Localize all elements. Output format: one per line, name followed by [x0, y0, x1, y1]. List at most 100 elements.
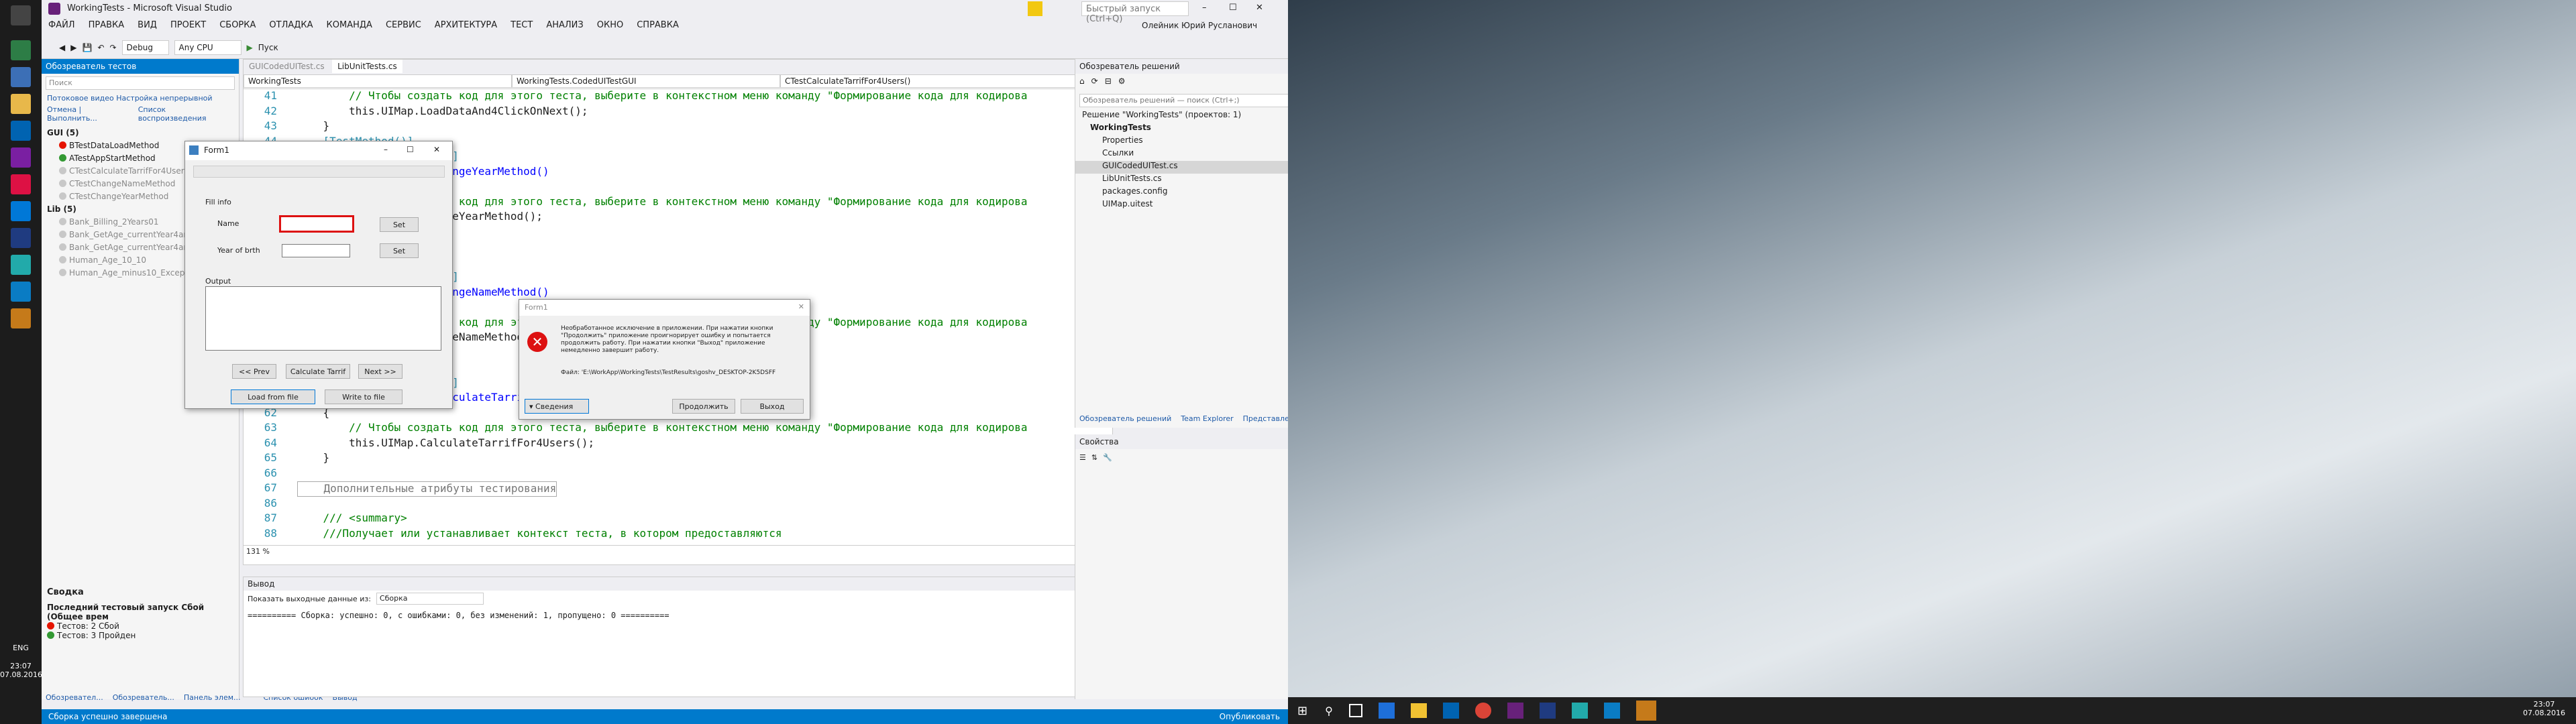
menu-test[interactable]: ТЕСТ: [511, 20, 533, 36]
solution-item[interactable]: LibUnitTests.cs: [1075, 174, 1288, 186]
menu-file[interactable]: ФАЙЛ: [48, 20, 75, 36]
zoom-level[interactable]: 131 %: [244, 545, 1112, 557]
code-line[interactable]: 66: [244, 467, 1112, 482]
maximize-icon[interactable]: ☐: [407, 145, 414, 154]
publish-button[interactable]: Опубликовать: [1220, 712, 1280, 721]
alphabetical-icon[interactable]: ⇅: [1091, 453, 1097, 462]
visual-studio-icon[interactable]: [1507, 703, 1523, 719]
clock-time[interactable]: 23:07: [0, 662, 42, 670]
app-icon[interactable]: [11, 40, 31, 60]
photoshop-icon[interactable]: [11, 228, 31, 248]
code-line[interactable]: 86: [244, 497, 1112, 512]
code-line[interactable]: 42 this.UIMap.LoadDataAnd4ClickOnNext();: [244, 105, 1112, 120]
minimize-icon[interactable]: –: [1202, 3, 1207, 13]
code-line[interactable]: 67 Дополнительные атрибуты тестирования: [244, 481, 1112, 497]
summary-last-run[interactable]: Последний тестовый запуск Сбой (Общее вр…: [47, 603, 234, 621]
test-group[interactable]: GUI (5): [42, 128, 239, 141]
windows-start-icon[interactable]: ⊞: [1297, 704, 1307, 718]
solution-item[interactable]: Решение "WorkingTests" (проектов: 1): [1075, 110, 1288, 123]
notification-flag-icon[interactable]: [1028, 1, 1042, 16]
folder-icon[interactable]: [1410, 703, 1427, 718]
clock-time[interactable]: 23:07: [2523, 700, 2565, 709]
home-icon[interactable]: ⌂: [1079, 76, 1085, 91]
output-text[interactable]: ========== Сборка: успешно: 0, с ошибкам…: [244, 607, 1112, 624]
summary-fail[interactable]: Тестов: 2 Сбой: [57, 621, 119, 631]
code-line[interactable]: 65 }: [244, 451, 1112, 467]
tab-test-explorer[interactable]: Обозревател...: [46, 693, 103, 704]
set-year-button[interactable]: Set: [380, 243, 419, 258]
menu-team[interactable]: КОМАНДА: [327, 20, 372, 36]
stream-link[interactable]: Потоковое видео Настройка непрерывной: [42, 93, 239, 104]
run-link[interactable]: Отмена | Выполнить...: [47, 105, 131, 123]
exit-button[interactable]: Выход: [741, 399, 804, 414]
close-icon[interactable]: ✕: [1256, 3, 1263, 13]
details-button[interactable]: ▾ Сведения: [525, 399, 589, 414]
tab-team-explorer-right[interactable]: Team Explorer: [1181, 414, 1233, 423]
close-icon[interactable]: ✕: [433, 145, 440, 154]
code-line[interactable]: 87 /// <summary>: [244, 511, 1112, 527]
code-line[interactable]: 41 // Чтобы создать код для этого теста,…: [244, 89, 1112, 105]
solution-item[interactable]: Ссылки: [1075, 148, 1288, 161]
photoshop-icon[interactable]: [1539, 703, 1556, 719]
close-icon[interactable]: ✕: [798, 302, 804, 311]
tab-toolbox[interactable]: Панель элем...: [184, 693, 241, 704]
properties-icon[interactable]: ⚙: [1118, 76, 1126, 91]
app-icon[interactable]: [1571, 703, 1588, 719]
wrench-icon[interactable]: 🔧: [1103, 453, 1112, 462]
user-name[interactable]: Олейник Юрий Русланович: [1142, 21, 1257, 30]
folder-icon[interactable]: [11, 94, 31, 114]
chrome-icon[interactable]: [11, 174, 31, 194]
code-line[interactable]: 43 }: [244, 119, 1112, 135]
code-line[interactable]: 88 ///Получает или устанавливает контекс…: [244, 527, 1112, 542]
categorized-icon[interactable]: ☰: [1079, 453, 1086, 462]
load-from-file-button[interactable]: Load from file: [231, 389, 315, 404]
start-button[interactable]: Пуск: [258, 43, 278, 52]
app-icon[interactable]: [11, 308, 31, 328]
menu-tools[interactable]: СЕРВИС: [386, 20, 421, 36]
search-input[interactable]: Поиск: [46, 76, 235, 90]
menu-edit[interactable]: ПРАВКА: [89, 20, 125, 36]
menu-build[interactable]: СБОРКА: [219, 20, 256, 36]
app-icon[interactable]: [11, 282, 31, 302]
summary-pass[interactable]: Тестов: 3 Пройден: [57, 631, 136, 640]
visual-studio-icon[interactable]: [11, 147, 31, 168]
tab-guicodeduitest[interactable]: GUICodedUITest.cs: [244, 60, 330, 73]
solution-item[interactable]: UIMap.uitest: [1075, 199, 1288, 212]
app-icon[interactable]: [1635, 701, 1656, 721]
year-input[interactable]: [282, 244, 350, 257]
solution-item[interactable]: GUICodedUITest.cs: [1075, 161, 1288, 174]
name-input[interactable]: [279, 215, 354, 233]
tab-team-explorer[interactable]: Обозреватель...: [113, 693, 174, 704]
maximize-icon[interactable]: ☐: [1229, 3, 1237, 13]
code-line[interactable]: 64 this.UIMap.CalculateTarrifFor4Users()…: [244, 436, 1112, 452]
store-icon[interactable]: [1442, 703, 1459, 719]
menu-debug[interactable]: ОТЛАДКА: [269, 20, 313, 36]
menu-view[interactable]: ВИД: [138, 20, 157, 36]
class-nav-select[interactable]: WorkingTests.CodedUITestGUI: [512, 74, 780, 88]
undo-icon[interactable]: ↶: [97, 43, 104, 52]
app-icon[interactable]: [11, 255, 31, 275]
calculate-tarrif-button[interactable]: Calculate Tarrif: [286, 364, 350, 379]
minimize-icon[interactable]: –: [384, 145, 388, 154]
quick-launch-input[interactable]: Быстрый запуск (Ctrl+Q): [1081, 1, 1189, 24]
menu-help[interactable]: СПРАВКА: [637, 20, 679, 36]
start-icon[interactable]: [11, 5, 31, 25]
output-textbox[interactable]: [205, 286, 441, 351]
set-name-button[interactable]: Set: [380, 217, 419, 232]
platform-select[interactable]: Any CPU: [174, 40, 241, 55]
tab-libunittests[interactable]: LibUnitTests.cs: [332, 60, 402, 73]
tab-solution-explorer[interactable]: Обозреватель решений: [1079, 414, 1171, 423]
write-to-file-button[interactable]: Write to file: [325, 389, 402, 404]
solution-item[interactable]: Properties: [1075, 135, 1288, 148]
project-nav-select[interactable]: WorkingTests: [244, 74, 512, 88]
output-source-select[interactable]: Сборка: [376, 593, 484, 605]
search-icon[interactable]: ⚲: [1325, 705, 1333, 717]
solution-item[interactable]: packages.config: [1075, 186, 1288, 199]
solution-search-input[interactable]: Обозреватель решений — поиск (Ctrl+;): [1079, 94, 1288, 107]
start-debug-icon[interactable]: ▶: [247, 43, 253, 52]
back-icon[interactable]: ◀: [59, 43, 65, 52]
playlist-link[interactable]: Список воспроизведения: [138, 105, 233, 123]
collapse-icon[interactable]: ⊟: [1105, 76, 1112, 91]
solution-item[interactable]: WorkingTests: [1075, 123, 1288, 135]
chrome-icon[interactable]: [1474, 703, 1491, 719]
